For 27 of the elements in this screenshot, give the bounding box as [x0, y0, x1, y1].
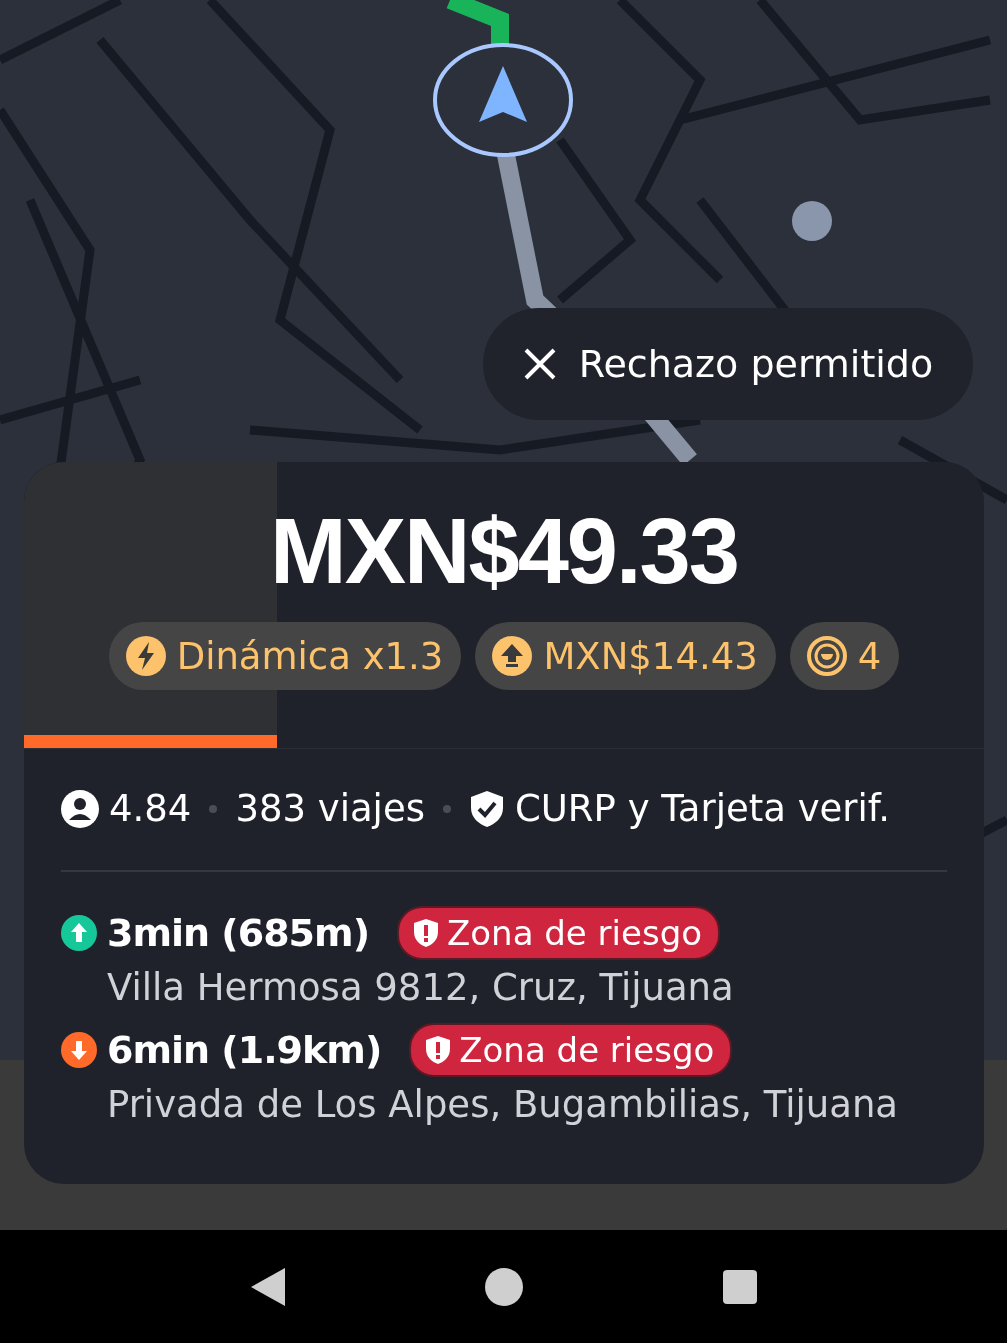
separator-dot	[209, 804, 218, 813]
coin-icon	[805, 635, 848, 677]
reject-allowed-button[interactable]: Rechazo permitido	[483, 308, 973, 420]
lightning-icon	[124, 635, 167, 677]
close-icon	[522, 347, 557, 381]
chip-label: Dinámica x1.3	[176, 634, 444, 678]
user-icon	[61, 789, 99, 828]
alert-shield-icon	[413, 918, 439, 948]
reject-label: Rechazo permitido	[578, 342, 934, 386]
stop-address: Villa Hermosa 9812, Cruz, Tijuana	[107, 966, 735, 1009]
trip-count: 383 viajes	[235, 787, 425, 830]
risk-zone-label: Zona de riesgo	[459, 1030, 715, 1070]
stop-eta: 6min (1.9km)	[107, 1028, 382, 1072]
rider-rating: 4.84	[109, 787, 192, 830]
home-icon[interactable]	[484, 1266, 525, 1307]
recents-icon[interactable]	[722, 1268, 759, 1305]
risk-zone-label: Zona de riesgo	[447, 913, 703, 953]
verified-shield-icon	[468, 789, 505, 828]
chip-label: 4	[857, 634, 882, 678]
arrow-up-icon	[491, 635, 534, 677]
stop-address: Privada de Los Alpes, Bugambilias, Tijuana	[107, 1083, 900, 1126]
separator-dot	[442, 804, 451, 813]
stop-eta: 3min (685m)	[107, 911, 369, 955]
alert-shield-icon	[425, 1035, 452, 1065]
verification-text: CURP y Tarjeta verif.	[514, 787, 890, 830]
fare-price: MXN$49.33	[270, 499, 738, 604]
chip-label: MXN$14.43	[543, 634, 758, 678]
